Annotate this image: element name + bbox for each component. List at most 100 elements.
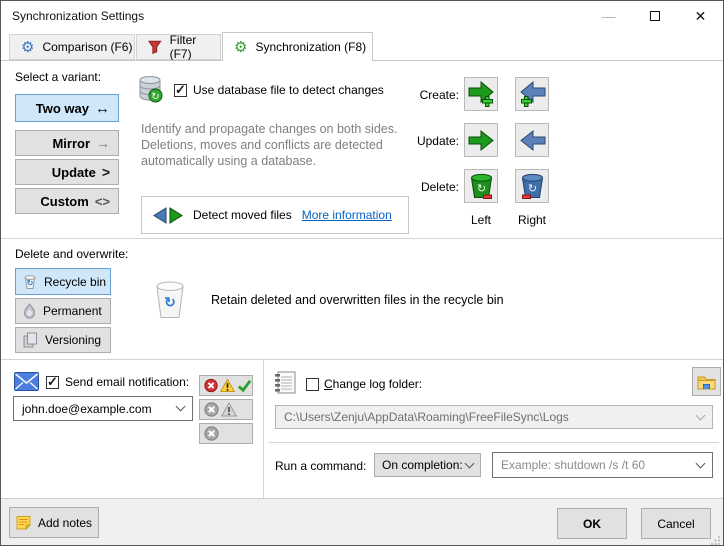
success-icon xyxy=(237,378,252,393)
variant-update-label: Update xyxy=(52,165,96,180)
variant-two-way-button[interactable]: Two way ↔ xyxy=(15,94,119,122)
send-email-label: Send email notification: xyxy=(65,375,189,389)
gear-blue-icon: ⚙ xyxy=(21,40,34,55)
tab-comparison-label: Comparison (F6) xyxy=(42,40,132,54)
log-folder-path-value: C:\Users\Zenju\AppData\Roaming\FreeFileS… xyxy=(284,410,569,424)
maximize-icon xyxy=(650,11,660,21)
funnel-red-icon xyxy=(148,40,162,54)
command-input-combo[interactable]: Example: shutdown /s /t 60 xyxy=(492,452,713,478)
create-right-button[interactable] xyxy=(515,77,549,111)
command-when-value: On completion: xyxy=(382,458,463,472)
versioning-button[interactable]: Versioning xyxy=(15,327,111,353)
variant-two-way-label: Two way xyxy=(36,101,89,116)
delete-right-button[interactable]: ↻ xyxy=(515,169,549,203)
update-right-arrow-icon xyxy=(519,129,546,152)
create-label: Create: xyxy=(407,88,459,102)
mirror-arrow-icon: → xyxy=(96,135,110,151)
update-right-button[interactable] xyxy=(515,123,549,157)
svg-text:↻: ↻ xyxy=(164,294,176,310)
log-combo-chevron-icon xyxy=(696,410,706,420)
window-title: Synchronization Settings xyxy=(12,9,144,23)
close-icon: ✕ xyxy=(695,8,707,25)
email-address-combo[interactable]: john.doe@example.com xyxy=(13,396,193,421)
custom-arrows-icon: <> xyxy=(95,194,110,209)
close-button[interactable]: ✕ xyxy=(678,1,723,31)
recycle-bin-small-icon: ↻ xyxy=(23,274,37,290)
use-database-checkbox[interactable] xyxy=(174,84,187,97)
variant-update-button[interactable]: Update > xyxy=(15,159,119,185)
more-information-link[interactable]: More information xyxy=(302,208,392,222)
variant-custom-label: Custom xyxy=(40,194,88,209)
permanent-button[interactable]: Permanent xyxy=(15,298,111,324)
notify-always-button[interactable] xyxy=(199,375,253,396)
update-arrow-icon: > xyxy=(102,164,110,180)
variant-description: Identify and propagate changes on both s… xyxy=(141,121,403,169)
tab-synchronization-label: Synchronization (F8) xyxy=(255,40,366,54)
detect-moved-files-box: Detect moved files More information xyxy=(141,196,409,234)
delete-right-bin-icon: ↻ xyxy=(520,173,545,200)
change-log-folder-label: Change log folder: xyxy=(324,377,422,391)
create-left-button[interactable] xyxy=(464,77,498,111)
right-column-label: Right xyxy=(515,213,549,227)
recycle-bin-large-icon: ↻ xyxy=(152,279,188,321)
versioning-label: Versioning xyxy=(45,333,101,347)
send-email-checkbox[interactable] xyxy=(46,376,59,389)
left-column-label: Left xyxy=(464,213,498,227)
delete-overwrite-label: Delete and overwrite: xyxy=(15,247,128,261)
detect-moved-files-label: Detect moved files xyxy=(193,208,292,222)
log-folder-path-combo: C:\Users\Zenju\AppData\Roaming\FreeFileS… xyxy=(275,405,713,429)
permanent-label: Permanent xyxy=(43,304,102,318)
svg-text:↻: ↻ xyxy=(476,183,485,195)
warning-gray-icon xyxy=(221,402,237,417)
cancel-button[interactable]: Cancel xyxy=(641,508,711,539)
maximize-button[interactable] xyxy=(632,1,677,31)
minimize-button[interactable]: — xyxy=(586,1,631,31)
email-address-value: john.doe@example.com xyxy=(22,402,152,416)
delete-left-bin-icon: ↻ xyxy=(469,173,494,200)
select-variant-label: Select a variant: xyxy=(15,70,101,84)
error-icon xyxy=(204,378,218,393)
recycle-bin-button[interactable]: ↻ Recycle bin xyxy=(15,268,111,295)
when-chevron-icon xyxy=(465,458,475,468)
error-gray2-icon xyxy=(204,426,219,441)
deletion-description: Retain deleted and overwritten files in … xyxy=(211,293,504,307)
two-way-arrow-icon: ↔ xyxy=(95,100,110,117)
notify-error-only-button[interactable] xyxy=(199,423,253,444)
svg-text:↻: ↻ xyxy=(27,278,34,287)
command-chevron-icon xyxy=(696,458,706,468)
gear-green-icon: ⚙ xyxy=(234,40,247,55)
variant-mirror-button[interactable]: Mirror → xyxy=(15,130,119,156)
browse-log-folder-button[interactable] xyxy=(692,367,721,396)
create-right-arrow-icon xyxy=(519,81,546,108)
update-left-arrow-icon xyxy=(468,129,495,152)
versioning-icon xyxy=(23,332,38,348)
error-gray-icon xyxy=(204,402,219,417)
section-divider-1 xyxy=(1,238,724,239)
delete-left-button[interactable]: ↻ xyxy=(464,169,498,203)
notify-error-warning-button[interactable] xyxy=(199,399,253,420)
tab-filter[interactable]: Filter (F7) xyxy=(136,34,221,60)
update-left-button[interactable] xyxy=(464,123,498,157)
titlebar: Synchronization Settings — ✕ xyxy=(1,1,723,32)
log-mnemonic: C xyxy=(324,377,333,391)
flame-icon xyxy=(23,303,36,319)
ok-button[interactable]: OK xyxy=(557,508,627,539)
recycle-bin-label: Recycle bin xyxy=(44,275,106,289)
update-label: Update: xyxy=(407,134,459,148)
tab-synchronization[interactable]: ⚙ Synchronization (F8) xyxy=(222,32,373,61)
command-when-dropdown[interactable]: On completion: xyxy=(374,453,481,477)
resize-grip[interactable] xyxy=(711,535,721,545)
change-log-folder-checkbox[interactable] xyxy=(306,378,319,391)
tab-comparison[interactable]: ⚙ Comparison (F6) xyxy=(9,34,135,60)
log-label-rest: hange log folder: xyxy=(333,377,422,391)
svg-text:↻: ↻ xyxy=(151,92,159,103)
add-notes-button[interactable]: Add notes xyxy=(9,507,99,538)
log-notebook-icon xyxy=(272,370,297,395)
svg-text:↻: ↻ xyxy=(527,183,536,195)
section-divider-2 xyxy=(1,359,724,360)
variant-custom-button[interactable]: Custom <> xyxy=(15,188,119,214)
delete-label: Delete: xyxy=(407,180,459,194)
cancel-label: Cancel xyxy=(657,517,694,531)
folder-icon xyxy=(697,374,716,390)
create-left-arrow-icon xyxy=(468,81,495,108)
